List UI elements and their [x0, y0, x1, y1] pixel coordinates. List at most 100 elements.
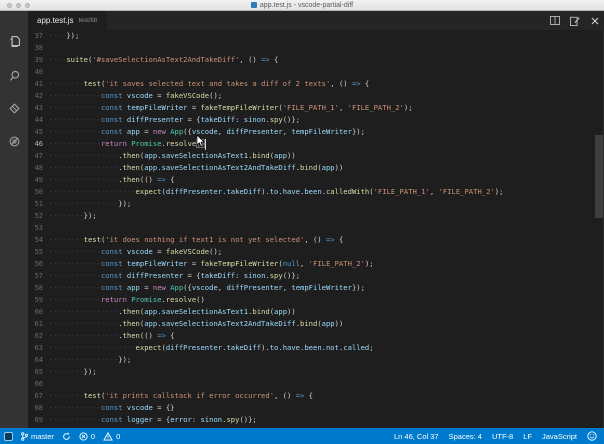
line-number[interactable]: 65: [28, 366, 43, 378]
code-line[interactable]: 51 ················});: [28, 198, 604, 210]
code-line[interactable]: 46············return Promise.resolve(): [28, 138, 604, 150]
line-number[interactable]: 44: [28, 114, 43, 126]
line-number[interactable]: 55: [28, 246, 43, 258]
tab-app-test-js[interactable]: app.test.js test/lib: [28, 11, 107, 30]
line-number[interactable]: 58: [28, 282, 43, 294]
line-number[interactable]: 54: [28, 234, 43, 246]
split-editor-icon[interactable]: [549, 15, 560, 26]
code-line[interactable]: 56············const tempFileWriter = fak…: [28, 258, 604, 270]
code-line[interactable]: 54········test('it does nothing if text1…: [28, 234, 604, 246]
code-editor[interactable]: 37····});3839····suite('#saveSelectionAs…: [28, 30, 604, 428]
code-line[interactable]: 67········test('it prints callstack if e…: [28, 390, 604, 402]
code-line[interactable]: 50····················expect(diffPresent…: [28, 186, 604, 198]
source-control-icon[interactable]: [0, 93, 28, 123]
code-line[interactable]: 63····················expect(diffPresent…: [28, 342, 604, 354]
line-number[interactable]: 46: [28, 138, 43, 150]
debug-icon[interactable]: [0, 126, 28, 156]
activity-bar: [0, 11, 28, 428]
code-line[interactable]: 68············const vscode = {}: [28, 402, 604, 414]
feedback-smiley-icon[interactable]: [587, 431, 597, 441]
code-line[interactable]: 49················.then(() => {: [28, 174, 604, 186]
code-line[interactable]: 60 ················.then(app.saveSelectio…: [28, 306, 604, 318]
line-number[interactable]: 68: [28, 402, 43, 414]
macos-titlebar[interactable]: app.test.js - vscode-partial-diff: [0, 0, 604, 11]
whitespace-dots: ············: [49, 415, 101, 424]
eol-setting[interactable]: LF: [523, 432, 532, 441]
line-number[interactable]: 39: [28, 54, 43, 66]
code-line[interactable]: 39····suite('#saveSelectionAsText2AndTak…: [28, 54, 604, 66]
line-number[interactable]: 69: [28, 414, 43, 426]
line-number[interactable]: 50: [28, 186, 43, 198]
line-number[interactable]: 62: [28, 330, 43, 342]
code-line[interactable]: 47················.then(app.saveSelectio…: [28, 150, 604, 162]
line-number[interactable]: 49: [28, 174, 43, 186]
line-number[interactable]: 52: [28, 210, 43, 222]
extension-app-icon[interactable]: [4, 432, 13, 441]
code-line[interactable]: 64················});: [28, 354, 604, 366]
code-line[interactable]: 52········});: [28, 210, 604, 222]
line-number[interactable]: 45: [28, 126, 43, 138]
code-line[interactable]: 66: [28, 378, 604, 390]
sync-button[interactable]: [62, 432, 71, 441]
code-text: ················.then(app.saveSelectionA…: [49, 306, 296, 318]
code-line[interactable]: 62················.then(() => {: [28, 330, 604, 342]
line-number[interactable]: 47: [28, 150, 43, 162]
search-icon[interactable]: [0, 60, 28, 90]
close-editor-icon[interactable]: [589, 15, 600, 26]
warning-count[interactable]: 0: [103, 432, 120, 441]
code-text: ················});: [49, 198, 131, 210]
code-line[interactable]: 55············const vscode = fakeVSCode(…: [28, 246, 604, 258]
line-number[interactable]: 38: [28, 42, 43, 54]
line-number[interactable]: 56: [28, 258, 43, 270]
code-line[interactable]: 41········test('it saves selected text a…: [28, 78, 604, 90]
error-count[interactable]: 0: [79, 432, 95, 441]
encoding-setting[interactable]: UTF-8: [492, 432, 513, 441]
whitespace-dots: ············: [49, 103, 101, 112]
line-number[interactable]: 51: [28, 198, 43, 210]
code-line[interactable]: 58············const app = new App({vscod…: [28, 282, 604, 294]
language-mode[interactable]: JavaScript: [542, 432, 577, 441]
code-line[interactable]: 53: [28, 222, 604, 234]
line-number[interactable]: 67: [28, 390, 43, 402]
code-line[interactable]: 37····});: [28, 30, 604, 42]
code-line[interactable]: 59············return Promise.resolve(): [28, 294, 604, 306]
line-number[interactable]: 43: [28, 102, 43, 114]
code-line[interactable]: 42············const vscode = fakeVSCode(…: [28, 90, 604, 102]
whitespace-dots: ············: [49, 259, 101, 268]
line-number[interactable]: 42: [28, 90, 43, 102]
code-line[interactable]: 69············const logger = {error: sin…: [28, 414, 604, 426]
cursor-position[interactable]: Ln 46, Col 37: [394, 432, 439, 441]
code-line[interactable]: 43············const tempFileWriter = fak…: [28, 102, 604, 114]
open-changes-icon[interactable]: [569, 15, 580, 26]
whitespace-dots: ············: [49, 283, 101, 292]
line-number[interactable]: 63: [28, 342, 43, 354]
line-number[interactable]: 48: [28, 162, 43, 174]
code-line[interactable]: 65········});: [28, 366, 604, 378]
code-line[interactable]: 40: [28, 66, 604, 78]
explorer-icon[interactable]: [0, 26, 28, 56]
whitespace-dots: ············: [49, 295, 101, 304]
whitespace-dots: ················: [49, 319, 118, 328]
code-line[interactable]: 38: [28, 42, 604, 54]
tab-description: test/lib: [78, 17, 97, 24]
code-line[interactable]: 44············const diffPresenter = {tak…: [28, 114, 604, 126]
line-number[interactable]: 66: [28, 378, 43, 390]
code-line[interactable]: 57············const diffPresenter = {tak…: [28, 270, 604, 282]
line-number[interactable]: 59: [28, 294, 43, 306]
mouse-cursor-pointer: [196, 135, 205, 148]
line-number[interactable]: 57: [28, 270, 43, 282]
line-number[interactable]: 61: [28, 318, 43, 330]
line-number[interactable]: 60: [28, 306, 43, 318]
code-line[interactable]: 45············const app = new App({vscod…: [28, 126, 604, 138]
code-line[interactable]: 61················.then(app.saveSelectio…: [28, 318, 604, 330]
line-number[interactable]: 37: [28, 30, 43, 42]
line-number[interactable]: 64: [28, 354, 43, 366]
line-number[interactable]: 41: [28, 78, 43, 90]
git-branch-indicator[interactable]: master: [21, 432, 54, 441]
indentation-setting[interactable]: Spaces: 4: [449, 432, 482, 441]
vertical-scrollbar[interactable]: [595, 135, 603, 218]
code-line[interactable]: 48················.then(app.saveSelectio…: [28, 162, 604, 174]
line-number[interactable]: 40: [28, 66, 43, 78]
line-number[interactable]: 53: [28, 222, 43, 234]
status-bar: master 0 0 Ln 46, Col 37 Spaces: 4 UTF-8…: [0, 428, 604, 444]
